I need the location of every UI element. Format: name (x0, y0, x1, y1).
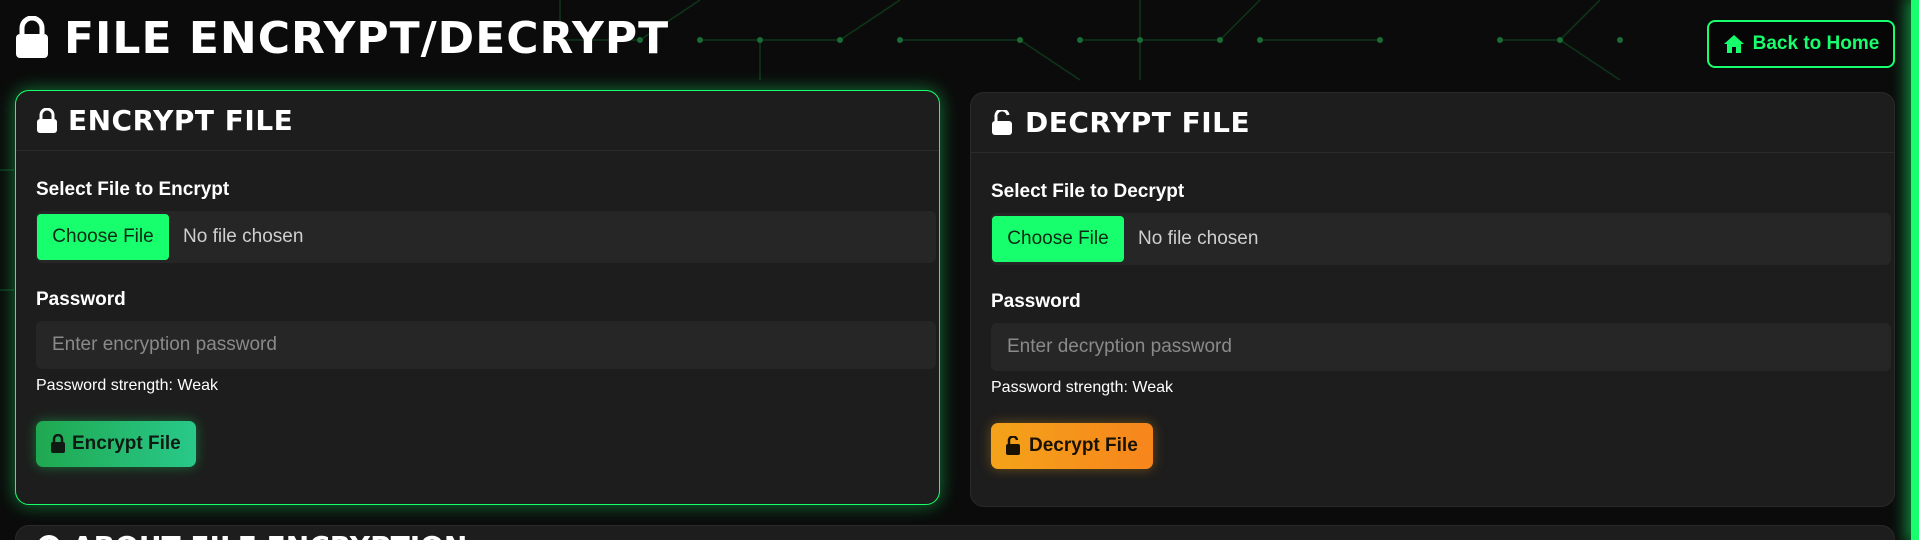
encrypt-file-input[interactable]: Choose File No file chosen (36, 211, 936, 263)
back-to-home-label: Back to Home (1752, 33, 1880, 54)
decrypt-password-label: Password (991, 291, 1081, 312)
lock-icon (50, 434, 66, 454)
back-to-home-button[interactable]: Back to Home (1707, 20, 1895, 68)
encrypt-card-title: ENCRYPT FILE (68, 104, 294, 137)
decrypt-card: DECRYPT FILE Select File to Decrypt Choo… (970, 92, 1895, 507)
encrypt-choose-file-button[interactable]: Choose File (37, 214, 169, 260)
about-card: ABOUT FILE ENCRYPTION (15, 525, 1895, 540)
decrypt-file-label: Select File to Decrypt (991, 181, 1185, 202)
right-edge-glow (1911, 0, 1919, 540)
encrypt-file-label: Select File to Encrypt (36, 179, 230, 200)
decrypt-file-button[interactable]: Decrypt File (991, 423, 1153, 469)
unlock-icon (991, 109, 1015, 136)
lock-icon (14, 16, 50, 60)
encrypt-password-input[interactable] (36, 321, 936, 369)
decrypt-file-button-label: Decrypt File (1029, 435, 1138, 456)
unlock-icon (1005, 436, 1023, 456)
decrypt-file-input[interactable]: Choose File No file chosen (991, 213, 1891, 265)
page-title: FILE ENCRYPT/DECRYPT (14, 10, 669, 66)
decrypt-card-header: DECRYPT FILE (971, 93, 1894, 153)
decrypt-choose-file-button[interactable]: Choose File (992, 216, 1124, 262)
decrypt-password-input[interactable] (991, 323, 1891, 371)
encrypt-card: ENCRYPT FILE Select File to Encrypt Choo… (15, 90, 940, 505)
encrypt-password-label: Password (36, 289, 126, 310)
about-card-title: ABOUT FILE ENCRYPTION (36, 530, 467, 540)
lock-icon (36, 107, 58, 134)
decrypt-file-status: No file chosen (1138, 228, 1259, 249)
encrypt-file-button-label: Encrypt File (72, 433, 181, 454)
home-icon (1723, 34, 1745, 54)
page-title-text: FILE ENCRYPT/DECRYPT (64, 12, 670, 64)
about-card-title-text: ABOUT FILE ENCRYPTION (72, 530, 467, 540)
encrypt-password-strength: Password strength: Weak (36, 377, 219, 394)
encrypt-card-header: ENCRYPT FILE (16, 91, 939, 151)
decrypt-password-strength: Password strength: Weak (991, 379, 1174, 396)
page-header: FILE ENCRYPT/DECRYPT Back to Home (0, 0, 1910, 80)
encrypt-file-status: No file chosen (183, 226, 304, 247)
decrypt-card-title: DECRYPT FILE (1025, 106, 1251, 139)
encrypt-file-button[interactable]: Encrypt File (36, 421, 196, 467)
info-icon (36, 534, 62, 540)
